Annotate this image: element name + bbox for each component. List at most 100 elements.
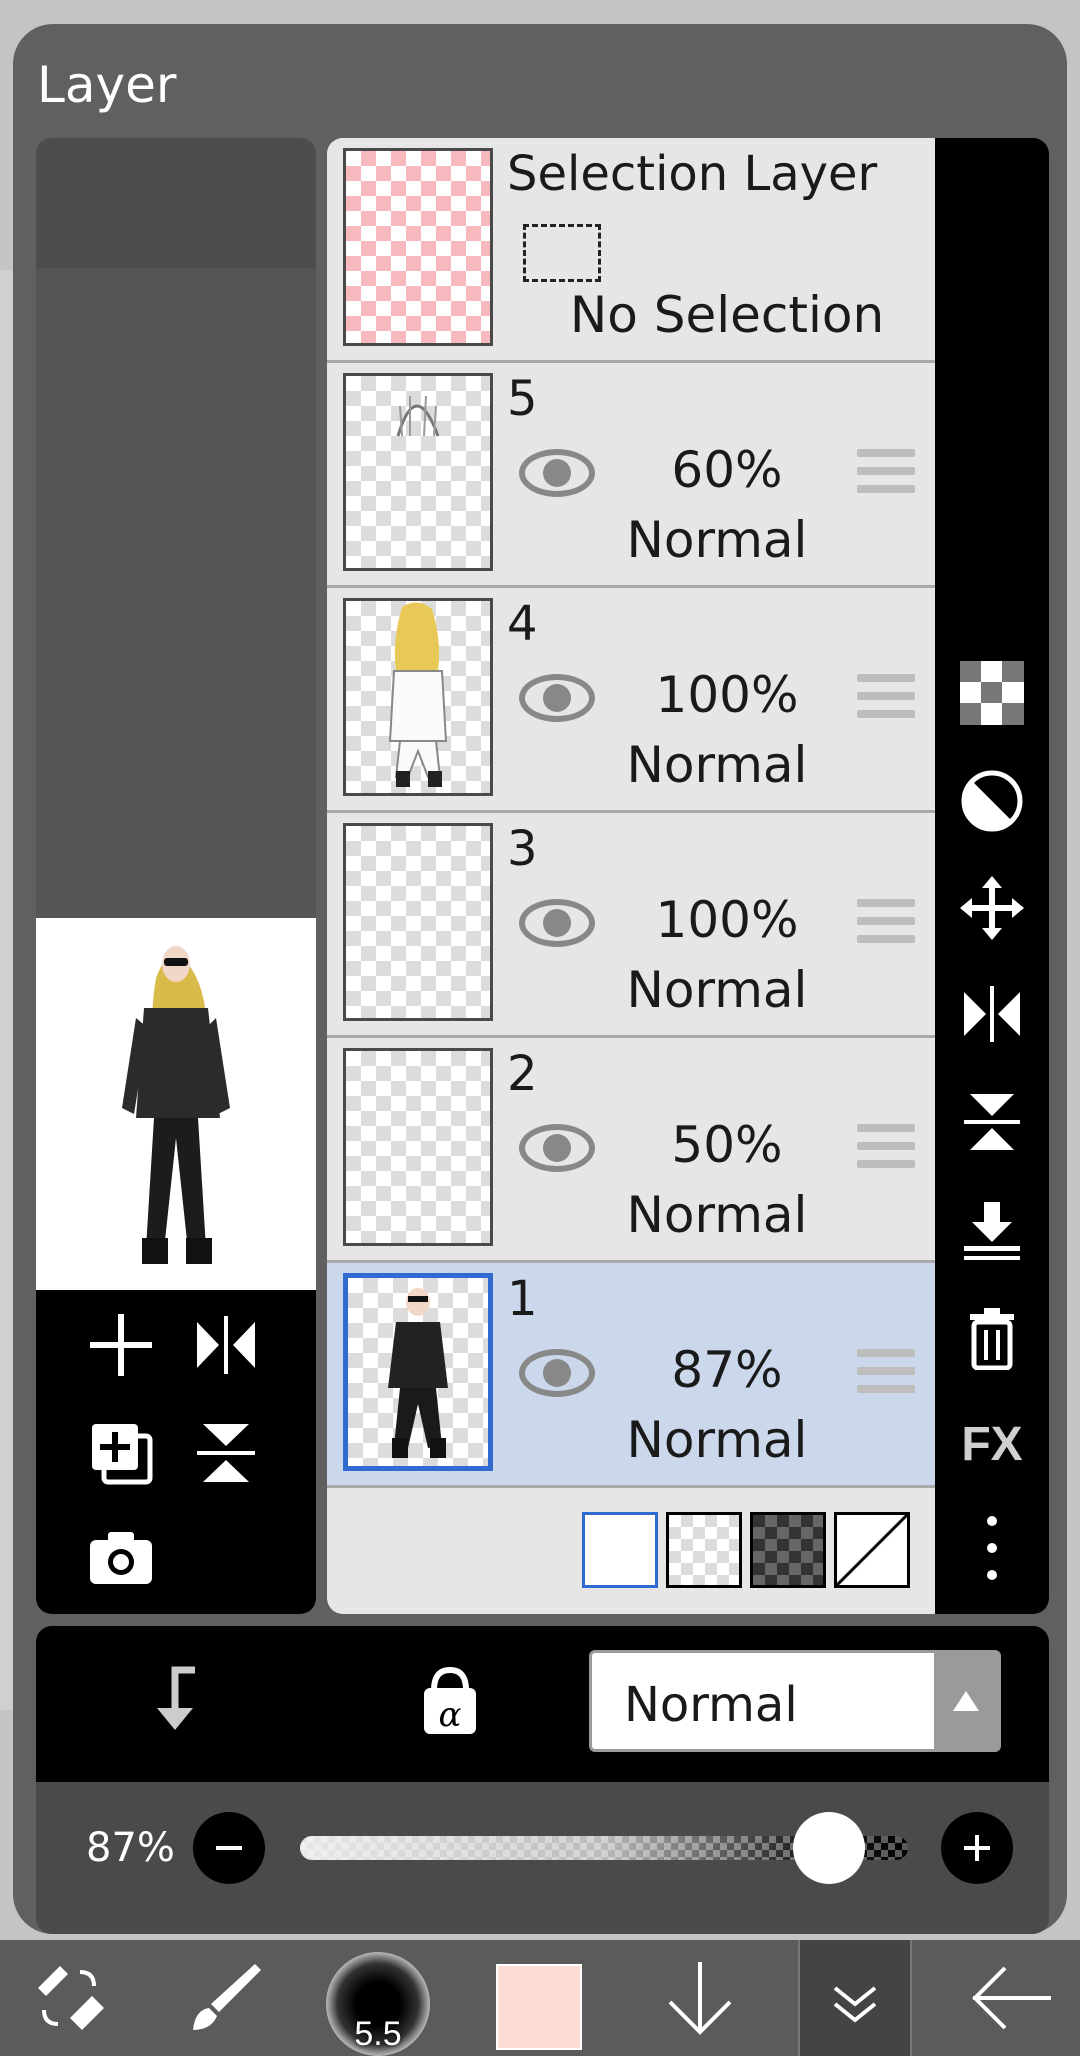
flip-horizontal-icon	[197, 1316, 255, 1374]
brush-tool-button[interactable]	[175, 1940, 275, 2056]
arrow-left-icon	[972, 1966, 1051, 2030]
merge-down-icon	[964, 1202, 1020, 1260]
figure-preview-icon	[122, 946, 230, 1264]
layer-row[interactable]: 3 100% Normal	[327, 813, 935, 1038]
bg-white-swatch[interactable]	[582, 1512, 658, 1588]
color-swatch[interactable]	[496, 1964, 582, 2050]
layer-name: 1	[507, 1271, 538, 1327]
clipping-button[interactable]	[135, 1660, 215, 1740]
selection-layer-title: Selection Layer	[507, 146, 878, 202]
opacity-increase-button[interactable]	[941, 1812, 1013, 1884]
preview-panel	[36, 138, 316, 1614]
invert-button[interactable]	[952, 761, 1032, 841]
hair-sketch-icon	[396, 395, 440, 437]
layer-opacity: 60%	[671, 441, 783, 499]
flip-vertical-canvas-button[interactable]	[181, 1408, 271, 1498]
figure-lineart-icon	[388, 602, 448, 787]
brush-size-button[interactable]: 5.5	[326, 1952, 430, 2056]
layer-blend-mode: Normal	[626, 961, 808, 1019]
camera-icon	[90, 1532, 152, 1584]
visibility-toggle[interactable]	[517, 668, 597, 728]
blend-mode-value: Normal	[624, 1677, 798, 1733]
bg-light-checker-swatch[interactable]	[666, 1512, 742, 1588]
flip-layer-vertical-button[interactable]	[952, 1082, 1032, 1162]
alpha-lock-icon: α	[424, 1666, 476, 1735]
move-layer-button[interactable]	[952, 868, 1032, 948]
layer-thumbnail	[343, 1273, 493, 1471]
dialog-title: Layer	[37, 56, 177, 114]
tool-switch-button[interactable]	[20, 1940, 120, 2056]
selection-layer-row[interactable]: Selection Layer No Selection	[327, 138, 935, 363]
checker-icon	[960, 661, 1024, 725]
layer-name: 5	[507, 371, 538, 427]
figure-colored-icon	[388, 1288, 448, 1458]
triangle-up-icon	[953, 1691, 979, 1711]
opacity-value: 87%	[86, 1825, 175, 1871]
layer-name: 2	[507, 1046, 538, 1102]
eye-icon	[519, 1124, 595, 1172]
dropdown-arrow[interactable]	[934, 1653, 998, 1749]
visibility-toggle[interactable]	[517, 1343, 597, 1403]
bg-dark-checker-swatch[interactable]	[750, 1512, 826, 1588]
layer-opacity: 100%	[655, 891, 799, 949]
flip-horizontal-canvas-button[interactable]	[181, 1300, 271, 1390]
layer-blend-mode: Normal	[626, 511, 808, 569]
camera-button[interactable]	[76, 1512, 166, 1602]
blend-mode-select[interactable]: Normal	[589, 1650, 1001, 1752]
opacity-slider-thumb[interactable]	[792, 1812, 865, 1884]
bg-none-swatch[interactable]	[834, 1512, 910, 1588]
alpha-lock-button[interactable]: α	[410, 1660, 490, 1740]
drag-handle-icon[interactable]	[857, 1124, 915, 1172]
layer-opacity: 87%	[671, 1341, 783, 1399]
plus-icon	[90, 1314, 152, 1376]
layer-blend-mode: Normal	[626, 1186, 808, 1244]
minus-icon	[216, 1846, 242, 1850]
layer-opacity: 100%	[655, 666, 799, 724]
visibility-toggle[interactable]	[517, 893, 597, 953]
right-toolbar: FX	[935, 138, 1049, 1614]
delete-layer-button[interactable]	[952, 1298, 1032, 1378]
layer-row[interactable]: 5 60% Normal	[327, 363, 935, 588]
drag-handle-icon[interactable]	[857, 449, 915, 497]
flip-vertical-icon	[964, 1094, 1020, 1150]
arrow-down-icon	[668, 1962, 732, 2035]
flip-vertical-icon	[197, 1424, 255, 1482]
svg-text:α: α	[439, 1695, 462, 1735]
half-circle-icon	[961, 770, 1023, 832]
eye-icon	[519, 899, 595, 947]
back-button[interactable]	[960, 1940, 1060, 2056]
layer-thumbnail	[343, 598, 493, 796]
chevron-double-down-icon	[833, 1986, 877, 2023]
layer-down-button[interactable]	[650, 1940, 750, 2056]
flip-horizontal-icon	[964, 986, 1020, 1042]
add-layer-button[interactable]	[76, 1300, 166, 1390]
layer-thumbnail	[343, 823, 493, 1021]
flip-layer-horizontal-button[interactable]	[952, 974, 1032, 1054]
drag-handle-icon[interactable]	[857, 1349, 915, 1397]
brush-size-value: 5.5	[354, 2015, 402, 2053]
eye-icon	[519, 1349, 595, 1397]
layer-row-selected[interactable]: 1 87% Normal	[327, 1263, 935, 1488]
visibility-toggle[interactable]	[517, 1118, 597, 1178]
duplicate-layer-button[interactable]	[76, 1408, 166, 1498]
layer-row[interactable]: 4 100% Normal	[327, 588, 935, 813]
drag-handle-icon[interactable]	[857, 899, 915, 947]
preview-image[interactable]	[36, 918, 316, 1290]
selection-status: No Selection	[569, 286, 885, 344]
layer-row[interactable]: 2 50% Normal	[327, 1038, 935, 1263]
marquee-icon	[523, 224, 601, 282]
transparency-button[interactable]	[952, 653, 1032, 733]
merge-down-button[interactable]	[952, 1190, 1032, 1270]
drag-handle-icon[interactable]	[857, 674, 915, 722]
fx-button[interactable]: FX	[952, 1404, 1032, 1484]
toolbar-divider	[910, 1940, 912, 2056]
opacity-decrease-button[interactable]	[193, 1812, 265, 1884]
layer-list: Selection Layer No Selection 5 60% Norma…	[327, 138, 935, 1614]
more-options-button[interactable]	[952, 1508, 1032, 1588]
clipping-arrow-icon	[157, 1666, 195, 1730]
eye-icon	[519, 674, 595, 722]
visibility-toggle[interactable]	[517, 443, 597, 503]
pen-eraser-swap-icon	[38, 1966, 104, 2030]
collapse-button[interactable]	[800, 1940, 910, 2056]
move-icon	[960, 876, 1024, 940]
